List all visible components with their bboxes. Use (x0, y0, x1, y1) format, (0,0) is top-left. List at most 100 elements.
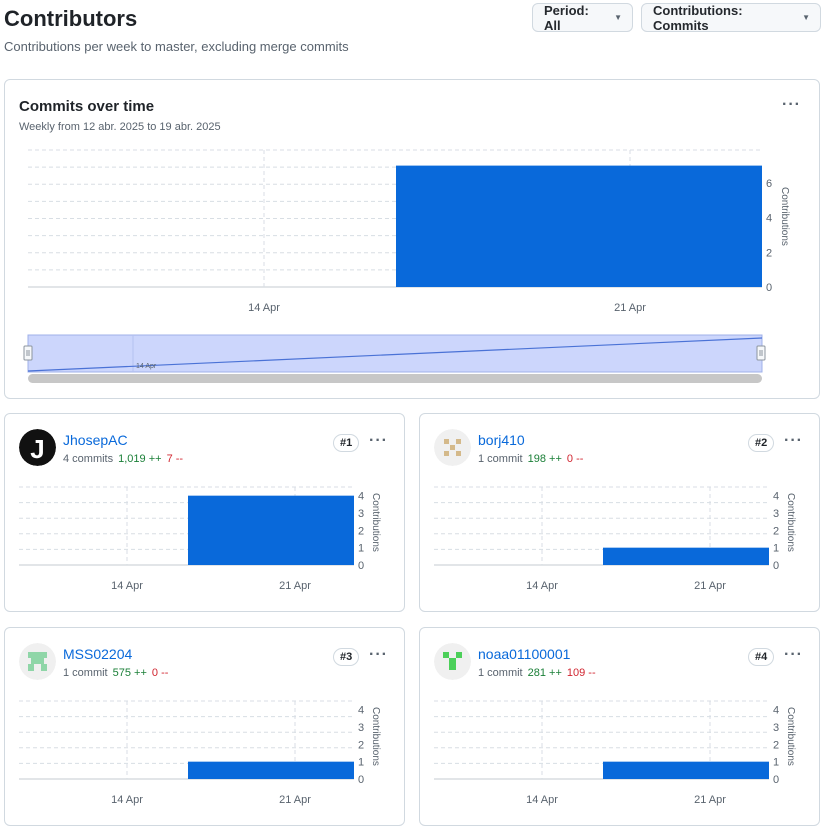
commit-count: 1 commit (478, 667, 523, 679)
y-tick-label: 3 (358, 722, 364, 734)
range-navigator[interactable]: 14 Apr (23, 334, 766, 383)
bar[interactable] (603, 761, 769, 779)
identicon-tan-avatar-icon[interactable] (434, 429, 471, 466)
navigator-scrollbar[interactable] (28, 374, 762, 383)
y-tick-label: 0 (358, 774, 364, 786)
x-tick-label: 14 Apr (111, 794, 143, 806)
contributions-dropdown-label: Contributions: Commits (653, 2, 743, 33)
triangle-down-icon: ▼ (802, 13, 810, 22)
additions-count: 281 ++ (527, 667, 562, 679)
y-tick-label: 4 (358, 705, 364, 717)
contributor-chart: 14 Apr 21 Apr 0 1 2 3 4 Contributions (19, 486, 381, 592)
y-tick-label: 1 (358, 757, 364, 769)
contributor-stats: 4 commits 1,019 ++ 7 -- (63, 453, 183, 465)
rank-badge: #3 (333, 648, 360, 666)
y-tick-label: 6 (766, 178, 772, 190)
y-tick-label: 1 (358, 543, 364, 555)
x-tick-label: 14 Apr (526, 580, 558, 592)
contributor-stats: 1 commit 575 ++ 0 -- (63, 667, 168, 679)
kebab-horizontal-icon[interactable]: ··· (369, 433, 388, 449)
navigator-tick-label: 14 Apr (136, 363, 157, 370)
x-tick-label: 21 Apr (614, 302, 646, 314)
letter-j-avatar-icon[interactable]: J (19, 429, 56, 466)
y-tick-label: 4 (766, 213, 772, 225)
contributor-chart: 14 Apr 21 Apr 0 1 2 3 4 Contributions (434, 486, 796, 592)
commits-over-time-chart: 14 Apr 21 Apr 0 2 4 6 Contributions 14 Apr (23, 149, 790, 383)
y-axis-label: Contributions (370, 707, 381, 766)
y-tick-label: 4 (773, 491, 779, 503)
y-tick-label: 2 (358, 739, 364, 751)
deletions-count: 7 -- (166, 453, 184, 465)
additions-count: 575 ++ (112, 667, 147, 679)
y-tick-label: 3 (773, 722, 779, 734)
rank-badge: #1 (333, 434, 360, 452)
contributor-stats: 1 commit 198 ++ 0 -- (478, 453, 583, 465)
contributor-card: J JhosepAC 4 commits 1,019 ++ 7 -- #1 ··· 14 Ap… (4, 413, 405, 612)
y-tick-label: 4 (358, 491, 364, 503)
y-tick-label: 0 (773, 560, 779, 572)
contributor-stats: 1 commit 281 ++ 109 -- (478, 667, 596, 679)
identicon-green-avatar-icon[interactable] (19, 643, 56, 680)
y-tick-label: 4 (773, 705, 779, 717)
contributor-card: MSS02204 1 commit 575 ++ 0 -- #3 ··· 14 Apr 21 … (4, 627, 405, 826)
bar[interactable] (603, 547, 769, 565)
navigator-left-handle[interactable] (23, 345, 33, 361)
commits-over-time-panel: Commits over time Weekly from 12 abr. 20… (4, 79, 820, 399)
contributor-username[interactable]: noaa01100001 (478, 646, 570, 662)
rank-badge: #2 (748, 434, 775, 452)
y-tick-label: 2 (766, 247, 772, 259)
kebab-horizontal-icon[interactable]: ··· (784, 647, 803, 663)
y-axis-label: Contributions (370, 493, 381, 552)
commit-count: 4 commits (63, 453, 114, 465)
y-tick-label: 0 (358, 560, 364, 572)
y-axis-label: Contributions (785, 707, 796, 766)
contributor-card: noaa01100001 1 commit 281 ++ 109 -- #4 ··· 14 … (419, 627, 820, 826)
period-dropdown[interactable]: Period: All ▼ (532, 2, 633, 33)
contributor-chart: 14 Apr 21 Apr 0 1 2 3 4 Contributions (19, 700, 381, 806)
additions-count: 198 ++ (527, 453, 562, 465)
bar[interactable] (188, 761, 354, 779)
x-tick-label: 21 Apr (694, 580, 726, 592)
y-tick-label: 0 (766, 282, 772, 294)
contributions-dropdown[interactable]: Contributions: Commits ▼ (641, 2, 821, 33)
commit-count: 1 commit (63, 667, 108, 679)
page-subtitle: Contributions per week to master, exclud… (4, 39, 349, 54)
kebab-horizontal-icon[interactable]: ··· (369, 647, 388, 663)
deletions-count: 0 -- (566, 453, 584, 465)
page-title: Contributors (4, 6, 138, 31)
navigator-right-handle[interactable] (756, 345, 766, 361)
period-dropdown-label: Period: All (544, 2, 589, 33)
rank-badge: #4 (748, 648, 775, 666)
x-tick-label: 21 Apr (279, 794, 311, 806)
identicon-bright-green-avatar-icon[interactable] (434, 643, 471, 680)
y-tick-label: 2 (773, 525, 779, 537)
deletions-count: 0 -- (151, 667, 169, 679)
x-tick-label: 21 Apr (279, 580, 311, 592)
y-tick-label: 3 (773, 508, 779, 520)
additions-count: 1,019 ++ (118, 453, 162, 465)
y-tick-label: 1 (773, 543, 779, 555)
commit-count: 1 commit (478, 453, 523, 465)
contributor-card: borj410 1 commit 198 ++ 0 -- #2 ··· 14 Apr 21 A… (419, 413, 820, 612)
svg-text:J: J (30, 434, 44, 464)
contributor-username[interactable]: borj410 (478, 432, 525, 448)
kebab-horizontal-icon[interactable]: ··· (784, 433, 803, 449)
y-axis-label: Contributions (785, 493, 796, 552)
y-tick-label: 0 (773, 774, 779, 786)
contributor-username[interactable]: JhosepAC (63, 432, 128, 448)
x-tick-label: 14 Apr (111, 580, 143, 592)
y-tick-label: 3 (358, 508, 364, 520)
x-tick-label: 14 Apr (248, 302, 280, 314)
y-tick-label: 2 (773, 739, 779, 751)
bar[interactable] (188, 495, 354, 565)
y-tick-label: 1 (773, 757, 779, 769)
bar[interactable] (396, 165, 762, 287)
deletions-count: 109 -- (566, 667, 596, 679)
y-axis-label: Contributions (779, 187, 790, 246)
y-tick-label: 2 (358, 525, 364, 537)
x-tick-label: 14 Apr (526, 794, 558, 806)
contributor-username[interactable]: MSS02204 (63, 646, 132, 662)
contributor-chart: 14 Apr 21 Apr 0 1 2 3 4 Contributions (434, 700, 796, 806)
triangle-down-icon: ▼ (614, 13, 622, 22)
x-tick-label: 21 Apr (694, 794, 726, 806)
